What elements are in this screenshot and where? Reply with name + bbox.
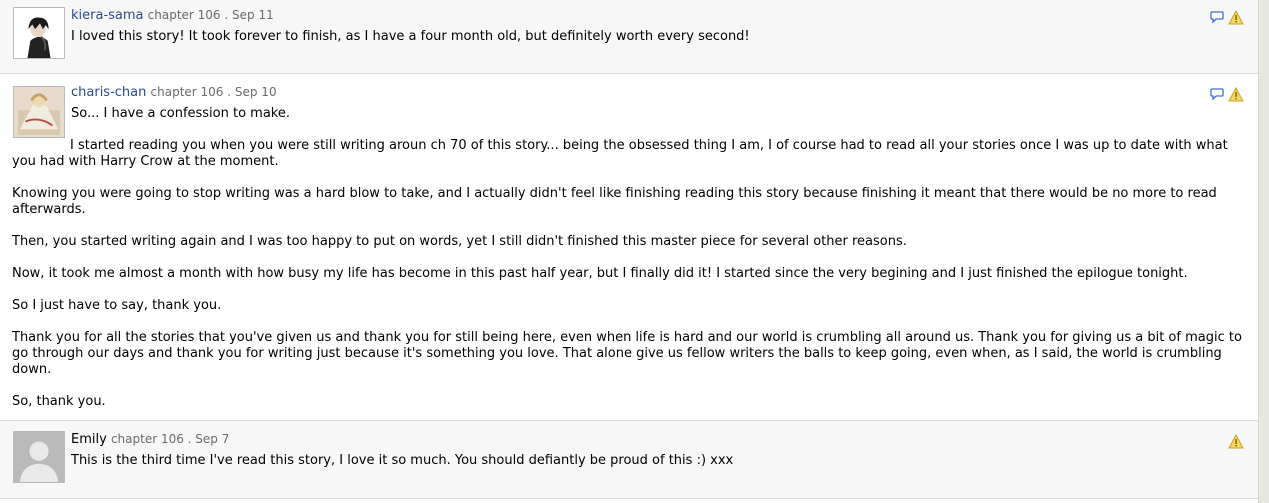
review-header: kiera-sama chapter 106 . Sep 11 xyxy=(71,8,274,23)
warning-triangle-icon[interactable] xyxy=(1228,86,1244,102)
review-header: Emily chapter 106 . Sep 7 xyxy=(71,432,229,447)
review-item: kiera-sama chapter 106 . Sep 11 I loved … xyxy=(0,0,1258,74)
speech-bubble-icon[interactable] xyxy=(1210,10,1224,24)
review-item: Emily chapter 106 . Sep 7 This is the th… xyxy=(0,421,1258,499)
avatar[interactable] xyxy=(13,7,65,59)
warning-triangle-icon[interactable] xyxy=(1228,9,1244,25)
review-paragraph: So I just have to say, thank you. xyxy=(12,298,222,313)
review-paragraph: So, thank you. xyxy=(12,394,106,409)
speech-bubble-icon[interactable] xyxy=(1210,87,1224,101)
author-name: Emily xyxy=(71,432,107,447)
review-meta: chapter 106 . Sep 10 xyxy=(150,85,277,99)
review-paragraph: I started reading you when you were stil… xyxy=(12,138,1228,169)
review-meta: chapter 106 . Sep 11 xyxy=(147,8,274,22)
review-paragraph: Then, you started writing again and I wa… xyxy=(12,234,907,249)
review-paragraph: Now, it took me almost a month with how … xyxy=(12,266,1188,281)
review-actions xyxy=(1228,433,1244,449)
avatar[interactable] xyxy=(13,86,65,138)
review-header: charis-chan chapter 106 . Sep 10 xyxy=(71,85,277,100)
scrollbar-track[interactable] xyxy=(1258,0,1269,503)
warning-triangle-icon[interactable] xyxy=(1228,433,1244,449)
avatar[interactable] xyxy=(13,431,65,483)
review-actions xyxy=(1210,86,1244,102)
author-link[interactable]: kiera-sama xyxy=(71,8,144,23)
review-paragraph: Thank you for all the stories that you'v… xyxy=(12,330,1242,377)
review-text: I loved this story! It took forever to f… xyxy=(71,29,750,44)
review-actions xyxy=(1210,9,1244,25)
review-body: I started reading you when you were stil… xyxy=(12,138,1250,426)
review-meta: chapter 106 . Sep 7 xyxy=(110,432,230,446)
author-link[interactable]: charis-chan xyxy=(71,85,146,100)
review-text: This is the third time I've read this st… xyxy=(71,453,734,468)
review-item: charis-chan chapter 106 . Sep 10 So... I… xyxy=(0,74,1258,421)
review-intro: So... I have a confession to make. xyxy=(71,106,291,121)
review-paragraph: Knowing you were going to stop writing w… xyxy=(12,186,1217,217)
